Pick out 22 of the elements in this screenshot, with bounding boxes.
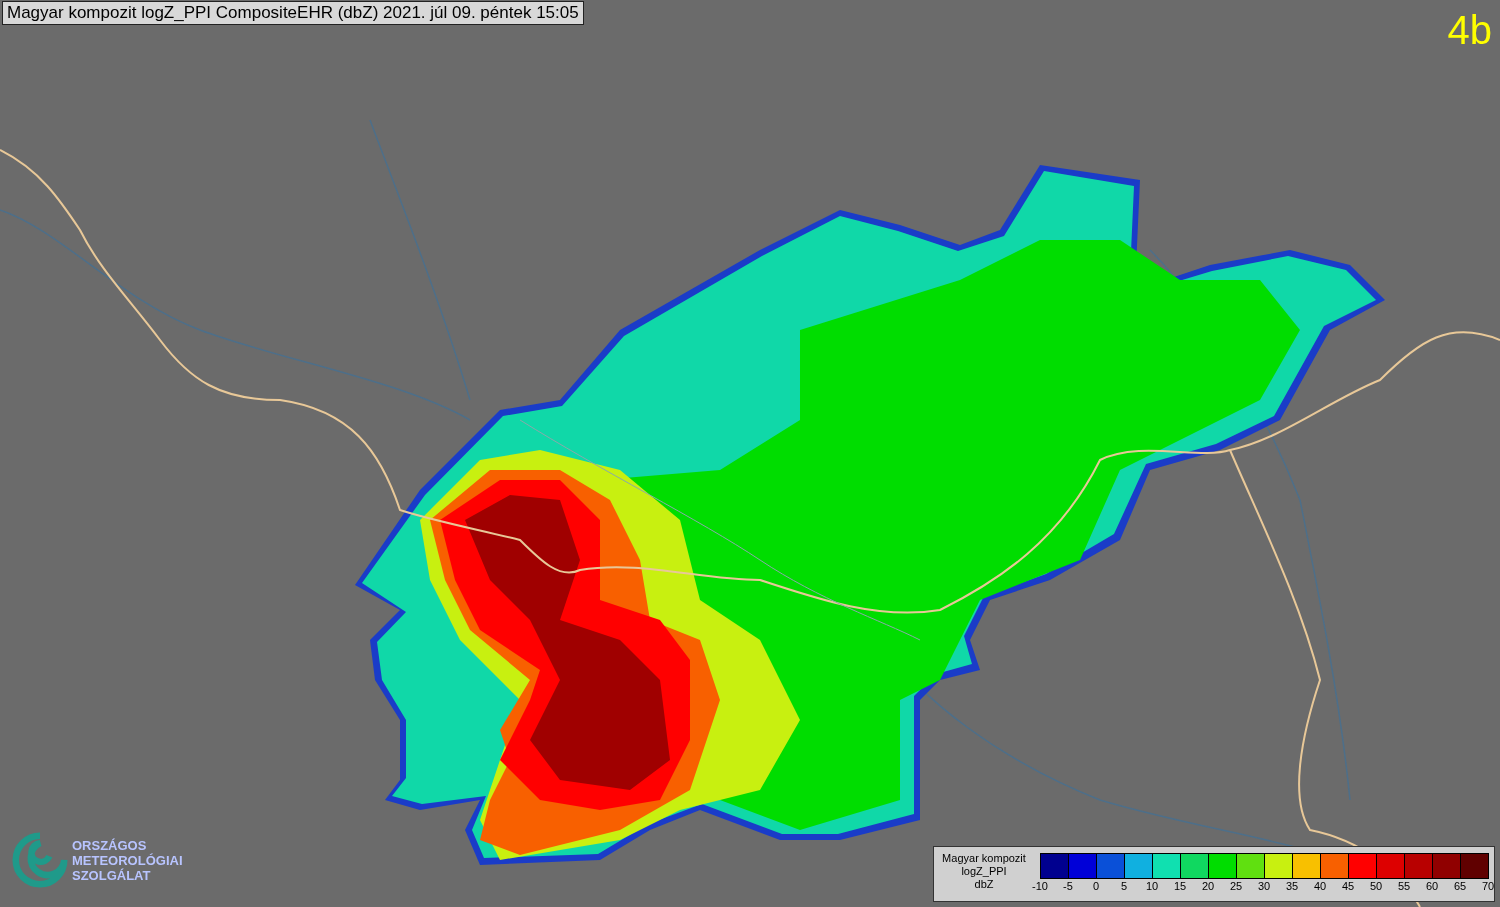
legend-title: Magyar kompozit logZ_PPI dbZ (941, 851, 1027, 892)
swirl-logo-icon (12, 832, 68, 888)
scale-label: 45 (1341, 880, 1355, 892)
panel-label: 4b (1447, 8, 1492, 53)
scale-label: 40 (1313, 880, 1327, 892)
scale-label: 35 (1285, 880, 1299, 892)
map-title: Magyar kompozit logZ_PPI CompositeEHR (dbZ) 2021. júl 09. péntek 15:05 (2, 1, 584, 25)
scale-label: 25 (1229, 880, 1243, 892)
scale-label: 70 (1481, 880, 1495, 892)
scale-label: -5 (1063, 880, 1073, 892)
logo-text: ORSZÁGOS METEOROLÓGIAI SZOLGÁLAT (72, 837, 183, 883)
scale-label: 55 (1397, 880, 1411, 892)
scale-label: 5 (1120, 880, 1128, 892)
scale-label: 65 (1453, 880, 1467, 892)
scale-label: 10 (1145, 880, 1159, 892)
scale-label: 30 (1257, 880, 1271, 892)
scale-label: 50 (1369, 880, 1383, 892)
scale-label: 15 (1173, 880, 1187, 892)
scale-label: 20 (1201, 880, 1215, 892)
scale-label: 0 (1092, 880, 1100, 892)
scale-label: 60 (1425, 880, 1439, 892)
scale-label: -10 (1032, 880, 1048, 892)
